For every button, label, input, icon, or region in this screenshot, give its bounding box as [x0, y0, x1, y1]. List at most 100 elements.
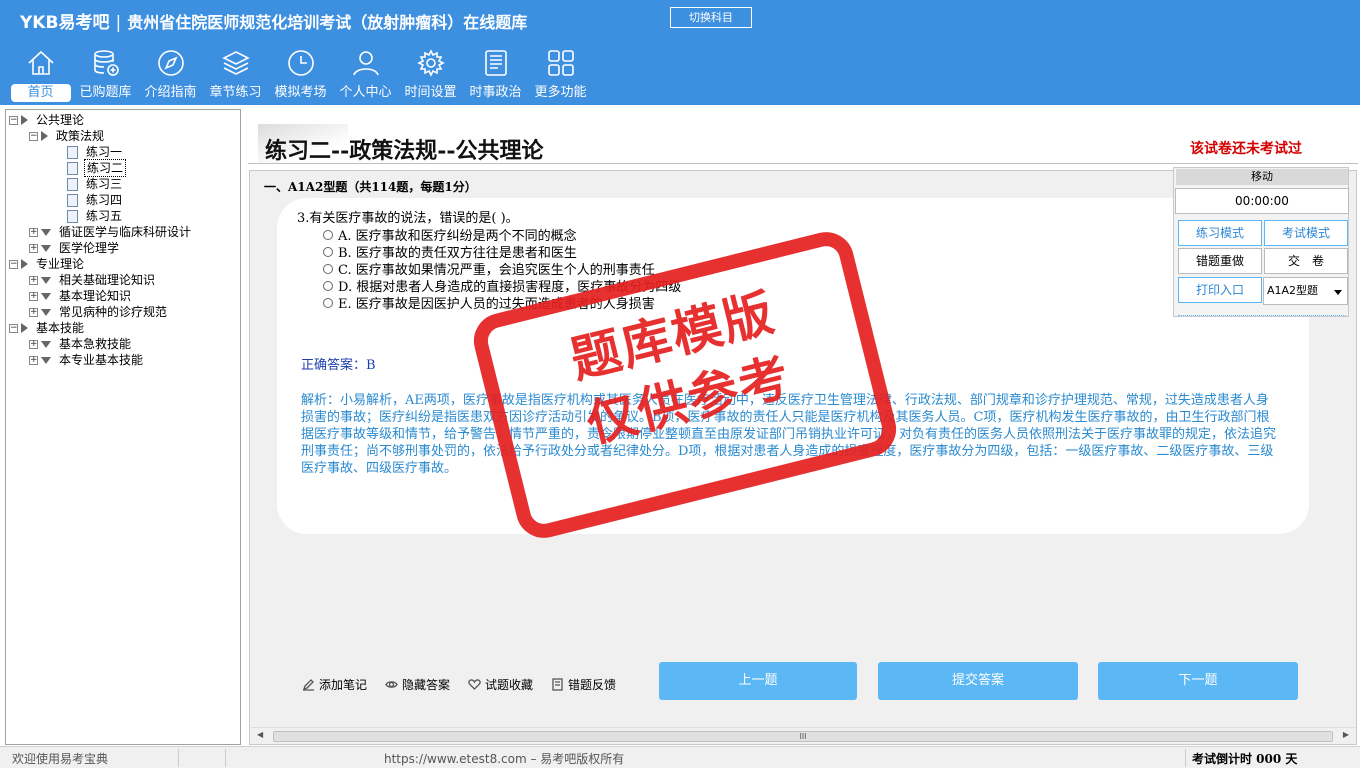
layers-icon: [221, 51, 250, 75]
practice-mode-button[interactable]: 练习模式: [1178, 220, 1262, 246]
tree-node-evidence[interactable]: + 循证医学与临床科研设计: [9, 224, 193, 240]
collapse-icon[interactable]: −: [9, 115, 18, 125]
expand-icon[interactable]: +: [29, 291, 38, 301]
user-icon: [352, 51, 379, 76]
expand-icon[interactable]: +: [29, 307, 38, 317]
control-panel: 移动 00:00:00 练习模式 考试模式 错题重做 交 卷 打印入口 A1A2…: [1173, 167, 1349, 317]
prev-question-button[interactable]: 上一题: [659, 662, 857, 700]
nav-home[interactable]: 首页: [8, 48, 73, 104]
folder-arrow-icon: [41, 228, 51, 236]
exam-countdown: 考试倒计时 000 天: [1192, 752, 1298, 766]
tree-node-specialty-skills[interactable]: + 本专业基本技能: [9, 352, 193, 368]
print-button[interactable]: 打印入口: [1178, 277, 1262, 303]
exam-timer: 00:00:00: [1175, 188, 1349, 214]
status-divider: [178, 749, 179, 767]
nav-purchased[interactable]: 已购题库: [73, 48, 138, 104]
title-divider: [248, 163, 1358, 164]
redo-wrong-button[interactable]: 错题重做: [1178, 248, 1262, 274]
tree-node-ethics[interactable]: + 医学伦理学: [9, 240, 193, 256]
eye-icon: [385, 681, 398, 688]
nav-current-affairs[interactable]: 时事政治: [463, 48, 528, 104]
compass-icon: [157, 50, 184, 76]
nav-more-features[interactable]: 更多功能: [528, 48, 593, 104]
scrollbar-thumb[interactable]: III: [273, 731, 1333, 742]
horizontal-scrollbar[interactable]: ◀ III ▶: [251, 727, 1355, 744]
folder-arrow-icon: [21, 259, 28, 269]
chapter-tree-panel: − 公共理论 − 政策法规 练习一 练习二 练习三 练习四 练习五 + 循证医学与临床…: [5, 109, 241, 745]
scroll-left-icon[interactable]: ◀: [257, 730, 263, 739]
scroll-right-icon[interactable]: ▶: [1343, 730, 1349, 739]
expand-icon[interactable]: +: [29, 275, 38, 285]
tree-node-policy[interactable]: − 政策法规: [9, 128, 193, 144]
nav-label: 章节练习: [209, 85, 262, 100]
panel-resize-handle[interactable]: [1178, 312, 1346, 316]
folder-arrow-icon: [41, 131, 48, 141]
radio-button[interactable]: [323, 280, 333, 291]
tree-node-exercise-4[interactable]: 练习四: [9, 192, 193, 208]
expand-icon[interactable]: +: [29, 355, 38, 365]
nav-mock-exam[interactable]: 模拟考场: [268, 48, 333, 104]
tree-node-common-disease[interactable]: + 常见病种的诊疗规范: [9, 304, 193, 320]
submit-answer-button[interactable]: 提交答案: [878, 662, 1078, 700]
switch-subject-button[interactable]: 切换科目: [670, 7, 752, 28]
collapse-icon[interactable]: −: [29, 131, 38, 141]
main-nav: 首页 已购题库 介绍指南 章节练习 模拟考场 个人中心 时间设置 时事政治 更多…: [8, 48, 593, 104]
question-type-select[interactable]: A1A2型题: [1263, 277, 1348, 305]
tree-node-public-theory[interactable]: − 公共理论: [9, 112, 193, 128]
nav-label: 更多功能: [534, 85, 587, 100]
nav-label: 个人中心: [339, 85, 392, 100]
favorite-button[interactable]: 试题收藏: [468, 676, 533, 693]
collapse-icon[interactable]: −: [9, 259, 18, 269]
folder-arrow-icon: [41, 340, 51, 348]
header-bar: YKB易考吧 | 贵州省住院医师规范化培训考试（放射肿瘤科）在线题库 切换科目 首页…: [0, 0, 1360, 105]
nav-chapter-practice[interactable]: 章节练习: [203, 48, 268, 104]
radio-button[interactable]: [323, 246, 333, 257]
tree-node-exercise-5[interactable]: 练习五: [9, 208, 193, 224]
nav-personal-center[interactable]: 个人中心: [333, 48, 398, 104]
nav-label: 时间设置: [404, 85, 457, 100]
logo-text: YKB易考吧: [20, 13, 110, 33]
feedback-icon: [552, 678, 563, 691]
tree-node-basic-knowledge[interactable]: + 相关基础理论知识: [9, 272, 193, 288]
document-icon: [67, 209, 78, 223]
expand-icon[interactable]: +: [29, 227, 38, 237]
panel-move-handle[interactable]: 移动: [1176, 169, 1348, 185]
radio-button[interactable]: [323, 297, 333, 308]
tree-node-exercise-2[interactable]: 练习二: [9, 159, 193, 177]
hide-answer-button[interactable]: 隐藏答案: [385, 676, 450, 693]
nav-guide[interactable]: 介绍指南: [138, 48, 203, 104]
tree-node-exercise-1[interactable]: 练习一: [9, 144, 193, 160]
submit-paper-button[interactable]: 交 卷: [1264, 248, 1348, 274]
next-question-button[interactable]: 下一题: [1098, 662, 1298, 700]
radio-button[interactable]: [323, 229, 333, 240]
add-note-button[interactable]: 添加笔记: [302, 676, 367, 693]
app-title: 贵州省住院医师规范化培训考试（放射肿瘤科）在线题库: [127, 13, 528, 32]
expand-icon[interactable]: +: [29, 243, 38, 253]
nav-time-settings[interactable]: 时间设置: [398, 48, 463, 104]
status-divider: [225, 749, 226, 767]
chapter-tree: − 公共理论 − 政策法规 练习一 练习二 练习三 练习四 练习五 + 循证医学与临床…: [9, 112, 193, 368]
tree-node-professional[interactable]: − 专业理论: [9, 256, 193, 272]
welcome-text: 欢迎使用易考宝典: [12, 752, 109, 766]
expand-icon[interactable]: +: [29, 339, 38, 349]
gear-icon: [416, 49, 445, 77]
tree-node-first-aid[interactable]: + 基本急救技能: [9, 336, 193, 352]
folder-arrow-icon: [41, 308, 51, 316]
heart-icon: [468, 679, 481, 690]
error-feedback-button[interactable]: 错题反馈: [551, 676, 616, 693]
exam-mode-button[interactable]: 考试模式: [1264, 220, 1348, 246]
nav-label: 模拟考场: [274, 85, 327, 100]
tree-node-basic-skills[interactable]: − 基本技能: [9, 320, 193, 336]
nav-label: 首页: [10, 84, 71, 102]
nav-label: 时事政治: [469, 85, 522, 100]
radio-button[interactable]: [323, 263, 333, 274]
database-icon: [93, 50, 119, 76]
page-title: 练习二--政策法规--公共理论: [265, 138, 544, 164]
home-icon: [27, 50, 54, 75]
tree-node-basic-theory[interactable]: + 基本理论知识: [9, 288, 193, 304]
tree-node-exercise-3[interactable]: 练习三: [9, 176, 193, 192]
app-window: YKB易考吧 | 贵州省住院医师规范化培训考试（放射肿瘤科）在线题库 切换科目 首页…: [0, 0, 1360, 768]
pencil-icon: [302, 679, 314, 691]
collapse-icon[interactable]: −: [9, 323, 18, 333]
folder-arrow-icon: [41, 292, 51, 300]
